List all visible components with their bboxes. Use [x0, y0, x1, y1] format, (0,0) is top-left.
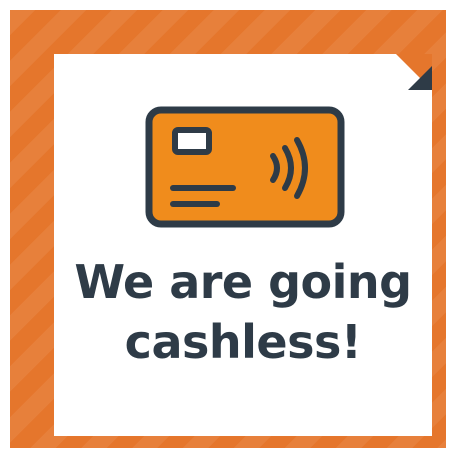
- headline: We are going cashless!: [54, 252, 432, 372]
- corner-fold-shadow: [408, 66, 432, 90]
- sign-frame: We are going cashless!: [10, 10, 446, 448]
- sign-panel: We are going cashless!: [54, 54, 432, 436]
- headline-line-1: We are going: [74, 255, 412, 309]
- headline-line-2: cashless!: [124, 315, 362, 369]
- contactless-card-icon: [145, 106, 345, 228]
- card-chip: [172, 127, 212, 155]
